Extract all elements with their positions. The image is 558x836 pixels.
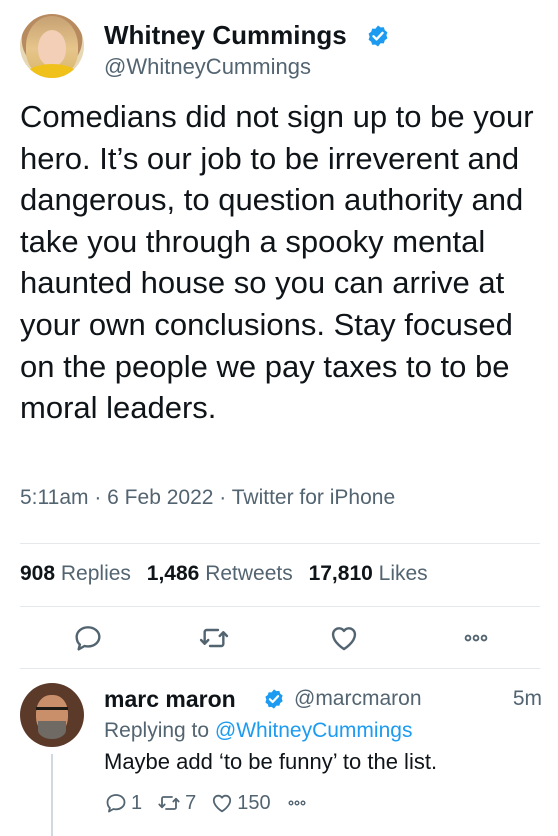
reply-icon[interactable] — [72, 622, 104, 654]
retweets-stat[interactable]: 1,486 Retweets — [147, 562, 293, 585]
author-name[interactable]: Whitney Cummings — [104, 20, 347, 51]
retweet-icon — [158, 796, 180, 810]
likes-count: 17,810 — [308, 562, 373, 585]
tweet-date[interactable]: 6 Feb 2022 — [107, 486, 213, 509]
reply-text: Maybe add ‘to be funny’ to the list. — [104, 749, 438, 774]
tweet-time[interactable]: 5:11am — [20, 486, 89, 509]
replying-to-label: Replying to — [104, 719, 210, 742]
divider — [20, 606, 540, 607]
author-avatar[interactable] — [20, 14, 84, 78]
replying-to-handle[interactable]: @WhitneyCummings — [215, 719, 413, 742]
heart-icon[interactable] — [328, 622, 360, 654]
tweet-text: Comedians did not sign up to be your her… — [20, 99, 534, 426]
retweets-count: 1,486 — [146, 562, 200, 585]
avatar-face — [38, 30, 66, 66]
divider — [20, 668, 540, 669]
likes-stat[interactable]: 17,810 Likes — [309, 562, 428, 585]
replies-label: Replies — [60, 562, 131, 585]
meta-separator: · — [219, 486, 232, 509]
meta-separator: · — [94, 486, 108, 509]
replies-stat[interactable]: 908 Replies — [20, 562, 131, 585]
reply-icon — [106, 794, 126, 813]
more-icon[interactable] — [460, 622, 492, 654]
retweet-icon[interactable] — [198, 622, 230, 654]
avatar-glasses — [36, 707, 68, 715]
avatar-beard — [38, 721, 66, 739]
reply-author-avatar[interactable] — [20, 683, 84, 747]
tweet-source[interactable]: Twitter for iPhone — [232, 486, 395, 509]
tweet-meta: 5:11am · 6 Feb 2022 · Twitter for iPhone — [20, 486, 395, 510]
retweets-label: Retweets — [205, 562, 293, 585]
likes-label: Likes — [378, 562, 428, 585]
tweet-header: Whitney Cummings @WhitneyCummings — [20, 14, 540, 80]
reply-author-name[interactable]: marc maron — [104, 686, 236, 713]
reply-replies-count: 1 — [131, 791, 143, 814]
verified-badge-icon — [368, 25, 388, 47]
more-icon — [288, 800, 306, 806]
thread-line — [51, 754, 53, 836]
reply-more-button[interactable] — [285, 791, 309, 815]
reply-likes-count: 150 — [237, 791, 271, 814]
author-handle[interactable]: @WhitneyCummings — [104, 54, 311, 80]
verified-badge-icon — [265, 689, 283, 709]
reply-actions: 1 7 150 — [104, 788, 309, 818]
divider — [20, 543, 540, 544]
replies-count: 908 — [20, 562, 56, 585]
reply-time[interactable]: 5m — [513, 687, 542, 711]
replying-to: Replying to @WhitneyCummings — [104, 719, 412, 743]
reply-retweet-button[interactable]: 7 — [156, 791, 196, 815]
reply-retweets-count: 7 — [185, 791, 197, 814]
heart-icon — [213, 794, 232, 813]
tweet-stats: 908 Replies 1,486 Retweets 17,810 Likes — [20, 562, 428, 586]
reply-author-handle[interactable]: @marcmaron — [294, 687, 422, 711]
reply-reply-button[interactable]: 1 — [104, 791, 142, 815]
reply-like-button[interactable]: 150 — [210, 791, 271, 815]
